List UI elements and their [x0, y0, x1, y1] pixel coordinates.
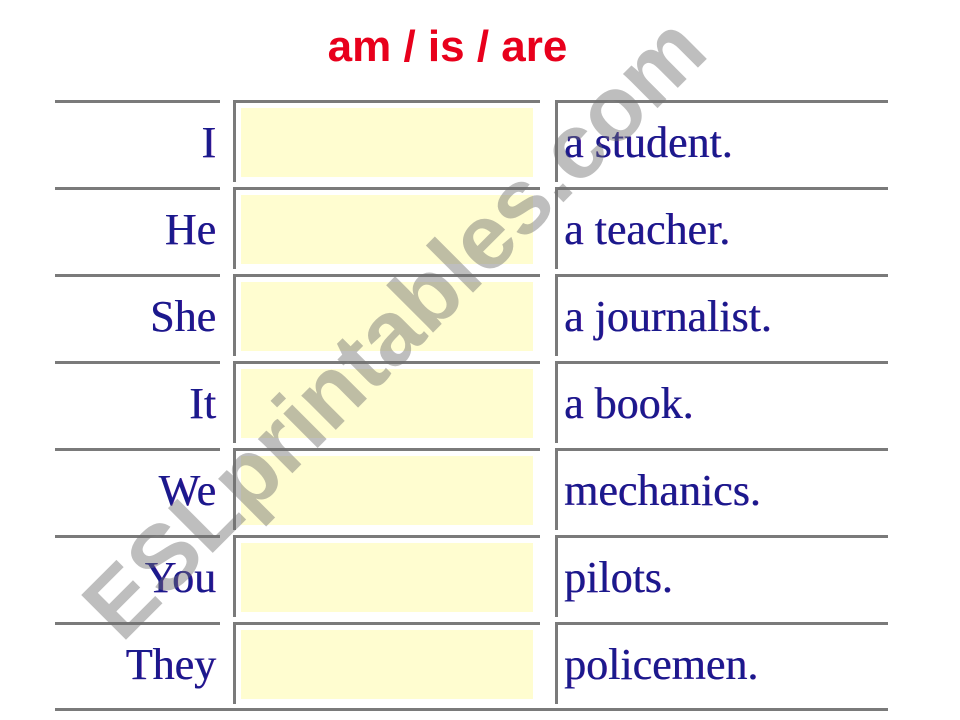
pronoun-label: You	[144, 553, 216, 602]
answer-cell	[233, 622, 540, 704]
answer-cell	[233, 100, 540, 182]
pronoun-cell: He	[55, 187, 220, 274]
phrase-label: mechanics.	[564, 466, 761, 515]
pronoun-cell: She	[55, 274, 220, 361]
exercise-row: You pilots.	[0, 535, 960, 622]
answer-input[interactable]	[241, 456, 533, 525]
answer-input[interactable]	[241, 282, 533, 351]
phrase-cell: a journalist.	[555, 274, 888, 356]
pronoun-cell: I	[55, 100, 220, 187]
pronoun-cell: We	[55, 448, 220, 535]
phrase-label: a student.	[564, 118, 733, 167]
answer-cell	[233, 448, 540, 530]
exercise-row: We mechanics.	[0, 448, 960, 535]
phrase-cell: a student.	[555, 100, 888, 182]
exercise-row: She a journalist.	[0, 274, 960, 361]
exercise-row: They policemen.	[0, 622, 960, 709]
pronoun-label: They	[125, 640, 216, 689]
pronoun-label: It	[189, 379, 216, 428]
pronoun-cell: They	[55, 622, 220, 709]
phrase-cell: pilots.	[555, 535, 888, 617]
pronoun-label: I	[201, 118, 216, 167]
phrase-cell: a book.	[555, 361, 888, 443]
phrase-cell: policemen.	[555, 622, 888, 704]
answer-cell	[233, 361, 540, 443]
answer-input[interactable]	[241, 195, 533, 264]
pronoun-label: She	[150, 292, 216, 341]
phrase-cell: a teacher.	[555, 187, 888, 269]
page-title: am / is / are	[327, 22, 568, 71]
pronoun-label: He	[164, 205, 216, 254]
phrase-label: a journalist.	[564, 292, 772, 341]
phrase-label: policemen.	[564, 640, 759, 689]
answer-cell	[233, 274, 540, 356]
exercise-row: He a teacher.	[0, 187, 960, 274]
exercise-row: I a student.	[0, 100, 960, 187]
phrase-label: a teacher.	[564, 205, 731, 254]
answer-cell	[233, 535, 540, 617]
answer-input[interactable]	[241, 543, 533, 612]
table-bottom-border	[55, 708, 888, 711]
pronoun-cell: You	[55, 535, 220, 622]
exercise-row: It a book.	[0, 361, 960, 448]
answer-input[interactable]	[241, 369, 533, 438]
phrase-cell: mechanics.	[555, 448, 888, 530]
pronoun-cell: It	[55, 361, 220, 448]
answer-input[interactable]	[241, 108, 533, 177]
phrase-label: pilots.	[564, 553, 673, 602]
pronoun-label: We	[158, 466, 216, 515]
answer-cell	[233, 187, 540, 269]
answer-input[interactable]	[241, 630, 533, 699]
phrase-label: a book.	[564, 379, 694, 428]
